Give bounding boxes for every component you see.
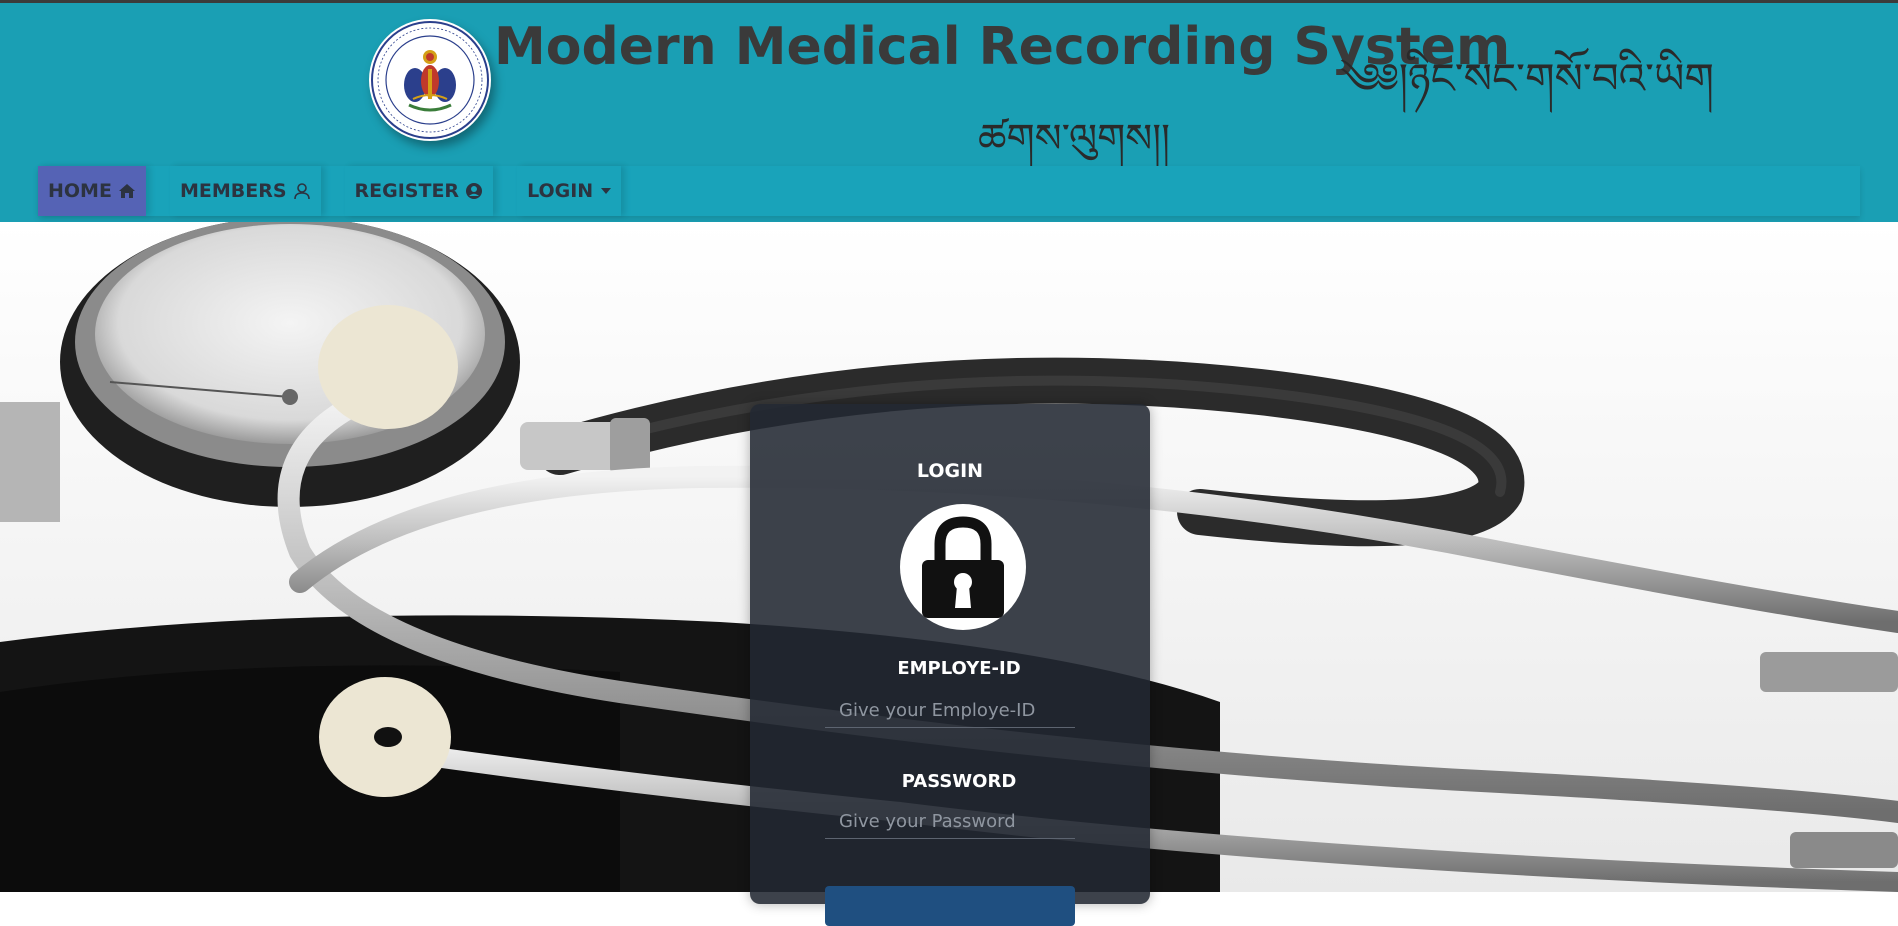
lock-icon	[900, 504, 1026, 630]
employee-id-input[interactable]	[825, 694, 1075, 728]
logo[interactable]	[369, 19, 491, 141]
home-icon	[118, 183, 136, 199]
site-header: Modern Medical Recording System ༄༅།ཉིང་ས…	[0, 0, 1898, 222]
emblem-icon	[371, 21, 489, 139]
caret-down-icon	[601, 188, 612, 194]
password-label: PASSWORD	[901, 771, 1017, 792]
login-card-title: LOGIN	[916, 460, 984, 482]
password-input[interactable]	[825, 805, 1075, 839]
nav-members-label: MEMBERS	[179, 180, 287, 202]
main-nav: HOME MEMBERS REGISTER LOGIN	[38, 166, 1860, 216]
nav-register[interactable]: REGISTER	[345, 166, 494, 216]
nav-home-label: HOME	[48, 180, 112, 202]
nav-login-label: LOGIN	[527, 180, 594, 202]
nav-login-dropdown[interactable]: LOGIN	[517, 166, 621, 216]
nav-register-label: REGISTER	[354, 180, 460, 202]
nav-home[interactable]: HOME	[38, 166, 146, 216]
user-circle-icon	[465, 182, 483, 200]
tibetan-title-line1: ༄༅།ཉིང་སང་གསོ་བའི་ཡིག	[1340, 54, 1714, 103]
login-submit-button[interactable]	[825, 886, 1075, 926]
nav-members[interactable]: MEMBERS	[170, 166, 321, 216]
employee-id-label: EMPLOYE-ID	[897, 658, 1021, 679]
login-card: LOGIN EMPLOYE-ID PASSWORD	[750, 404, 1150, 926]
user-outline-icon	[293, 182, 311, 200]
